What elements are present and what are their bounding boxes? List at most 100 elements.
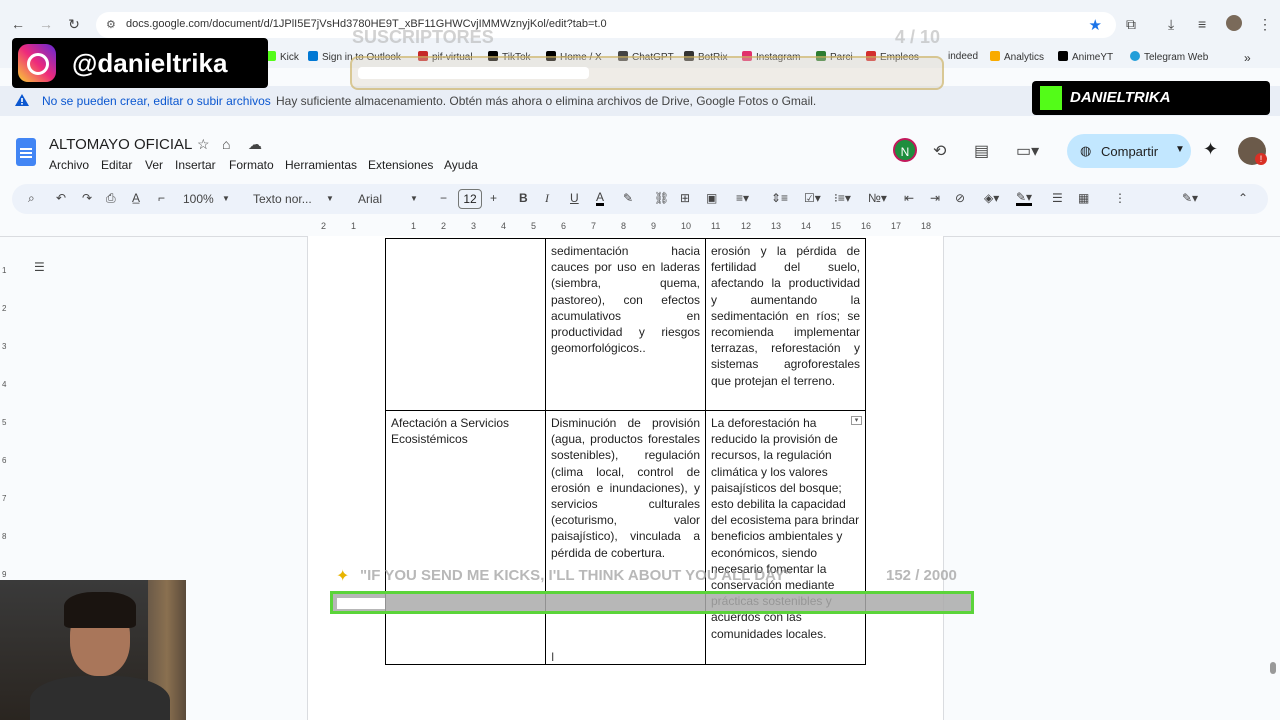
bookmark-animeyt[interactable]: AnimeYT [1058,51,1113,63]
bookmark-star-icon[interactable]: ★ [1089,16,1102,34]
globe-icon: ◍ [1080,143,1092,158]
print-icon[interactable]: ⎙ [106,191,116,206]
undo-icon[interactable]: ↶ [56,191,66,205]
table-cell[interactable]: Afectación a Servicios Ecosistémicos [385,410,546,665]
kicks-goal-count: 152 / 2000 [886,567,957,584]
bookmark-analytics[interactable]: Analytics [990,51,1044,63]
search-icon[interactable]: ⌕ [28,191,35,206]
bookmark-kick[interactable]: Kick [266,51,299,63]
kick-overlay: DANIELTRIKA [1032,81,1270,115]
table-cell[interactable]: La deforestación ha reducido la provisió… [705,410,866,665]
numbered-list-icon[interactable]: №▾ [868,191,887,205]
menu-archivo[interactable]: Archivo [49,158,89,172]
version-history-icon[interactable]: ⟲ [933,141,946,161]
more-options-icon[interactable]: ⋮ [1114,191,1126,205]
image-icon[interactable]: ▣ [706,191,717,205]
instagram-handle: @danieltrika [72,48,228,78]
kick-icon [1040,86,1062,110]
analytics-icon [990,51,1000,61]
extensions-icon[interactable]: ⧉ [1126,16,1136,33]
paint-format-icon[interactable]: ⌐ [158,191,165,205]
increase-font-icon[interactable]: + [490,191,497,205]
bookmark-indeed[interactable]: indeed [948,51,978,62]
webcam-overlay [0,580,186,720]
warning-icon [15,94,29,106]
border-dash-icon[interactable]: ▦ [1078,191,1089,205]
subs-goal-label: SUSCRIPTORES [352,27,494,47]
cell-color-icon[interactable]: ◈▾ [984,191,999,205]
increase-indent-icon[interactable]: ⇥ [930,191,940,205]
style-select[interactable]: Texto nor... [253,192,312,206]
kicks-goal-bar [330,591,974,614]
highlight-icon[interactable]: ✎ [623,191,633,205]
back-icon[interactable]: ← [8,14,28,34]
outline-icon[interactable]: ☰ [34,260,45,274]
warning-message[interactable]: Hay suficiente almacenamiento. Obtén más… [276,94,816,108]
spellcheck-icon[interactable]: A̲ [132,191,140,205]
text-color-icon[interactable]: A [596,191,605,206]
bookmark-telegram[interactable]: Telegram Web [1130,51,1208,63]
chevron-down-icon[interactable]: ▼ [410,194,418,203]
menu-editar[interactable]: Editar [101,158,132,172]
menu-ver[interactable]: Ver [145,158,163,172]
editing-mode-icon[interactable]: ✎▾ [1182,191,1198,205]
decrease-font-icon[interactable]: − [440,191,447,205]
menu-herramientas[interactable]: Herramientas [285,158,357,172]
kicks-goal-fill [337,598,385,609]
browser-menu-icon[interactable]: ⋮ [1258,16,1272,33]
chevron-down-icon[interactable]: ▼ [222,194,230,203]
underline-icon[interactable]: U [570,191,579,205]
gemini-icon[interactable]: ✦ [1203,139,1218,160]
menu-insertar[interactable]: Insertar [175,158,216,172]
address-bar[interactable]: ⚙ docs.google.com/document/d/1JPlI5E7jVs… [96,12,1116,38]
animeyt-icon [1058,51,1068,61]
menu-ayuda[interactable]: Ayuda [444,158,478,172]
link-icon[interactable]: ⛓ [654,191,669,205]
table-cell[interactable]: erosión y la pérdida de fertilidad del s… [705,238,866,411]
collapse-toolbar-icon[interactable]: ⌃ [1238,191,1248,205]
cell-menu-icon[interactable]: ▾ [851,416,862,425]
media-icon[interactable]: ≡ [1198,16,1206,32]
bold-icon[interactable]: B [519,191,528,205]
checklist-icon[interactable]: ☑▾ [804,191,821,205]
forward-icon[interactable]: → [36,14,56,34]
instagram-overlay: @danieltrika [12,38,268,88]
document-title[interactable]: ALTOMAYO OFICIAL [49,136,192,153]
italic-icon[interactable]: I [545,191,549,206]
zoom-select[interactable]: 100% [183,192,214,206]
chevron-down-icon[interactable]: ▼ [326,194,334,203]
comments-icon[interactable]: ▤ [974,141,989,161]
table-cell[interactable]: sedimentación hacia cauces por uso en la… [545,238,706,411]
clear-format-icon[interactable]: ⊘ [955,191,965,205]
font-select[interactable]: Arial [358,192,382,206]
site-info-icon[interactable]: ⚙ [106,18,116,31]
download-icon[interactable]: ⤓ [1168,16,1174,33]
menu-extensiones[interactable]: Extensiones [368,158,433,172]
border-width-icon[interactable]: ☰ [1052,191,1063,205]
bullet-list-icon[interactable]: ⁝≡▾ [834,191,851,205]
border-color-icon[interactable]: ✎▾ [1016,191,1033,206]
font-size-input[interactable]: 12 [458,189,482,209]
horizontal-ruler: 2 1 1 2 3 4 5 6 7 8 9 10 11 12 13 14 15 … [321,221,932,231]
collaborator-avatar[interactable]: N [893,138,917,162]
menu-formato[interactable]: Formato [229,158,274,172]
browser-profile-icon[interactable] [1226,15,1242,31]
reload-icon[interactable]: ↻ [64,14,84,34]
move-icon[interactable]: ⌂ [222,136,230,152]
align-icon[interactable]: ≡▾ [736,191,749,205]
add-comment-icon[interactable]: ⊞ [680,191,690,205]
share-button[interactable]: ◍ Compartir ▼ [1067,134,1191,168]
redo-icon[interactable]: ↷ [82,191,92,205]
table-cell[interactable]: Disminución de provisión (agua, producto… [545,410,706,665]
subs-goal-count: 4 / 10 [895,27,941,47]
scrollbar-thumb[interactable] [1270,662,1276,674]
more-bookmarks-icon[interactable]: » [1244,51,1251,65]
meet-icon[interactable]: ▭▾ [1016,141,1039,161]
star-icon[interactable]: ☆ [197,136,210,153]
chevron-down-icon[interactable]: ▼ [1175,144,1185,155]
docs-logo-icon[interactable] [16,138,36,166]
cloud-status-icon[interactable]: ☁ [248,136,262,153]
line-spacing-icon[interactable]: ⇕≡ [771,191,788,205]
table-cell[interactable] [385,238,546,411]
decrease-indent-icon[interactable]: ⇤ [904,191,914,205]
